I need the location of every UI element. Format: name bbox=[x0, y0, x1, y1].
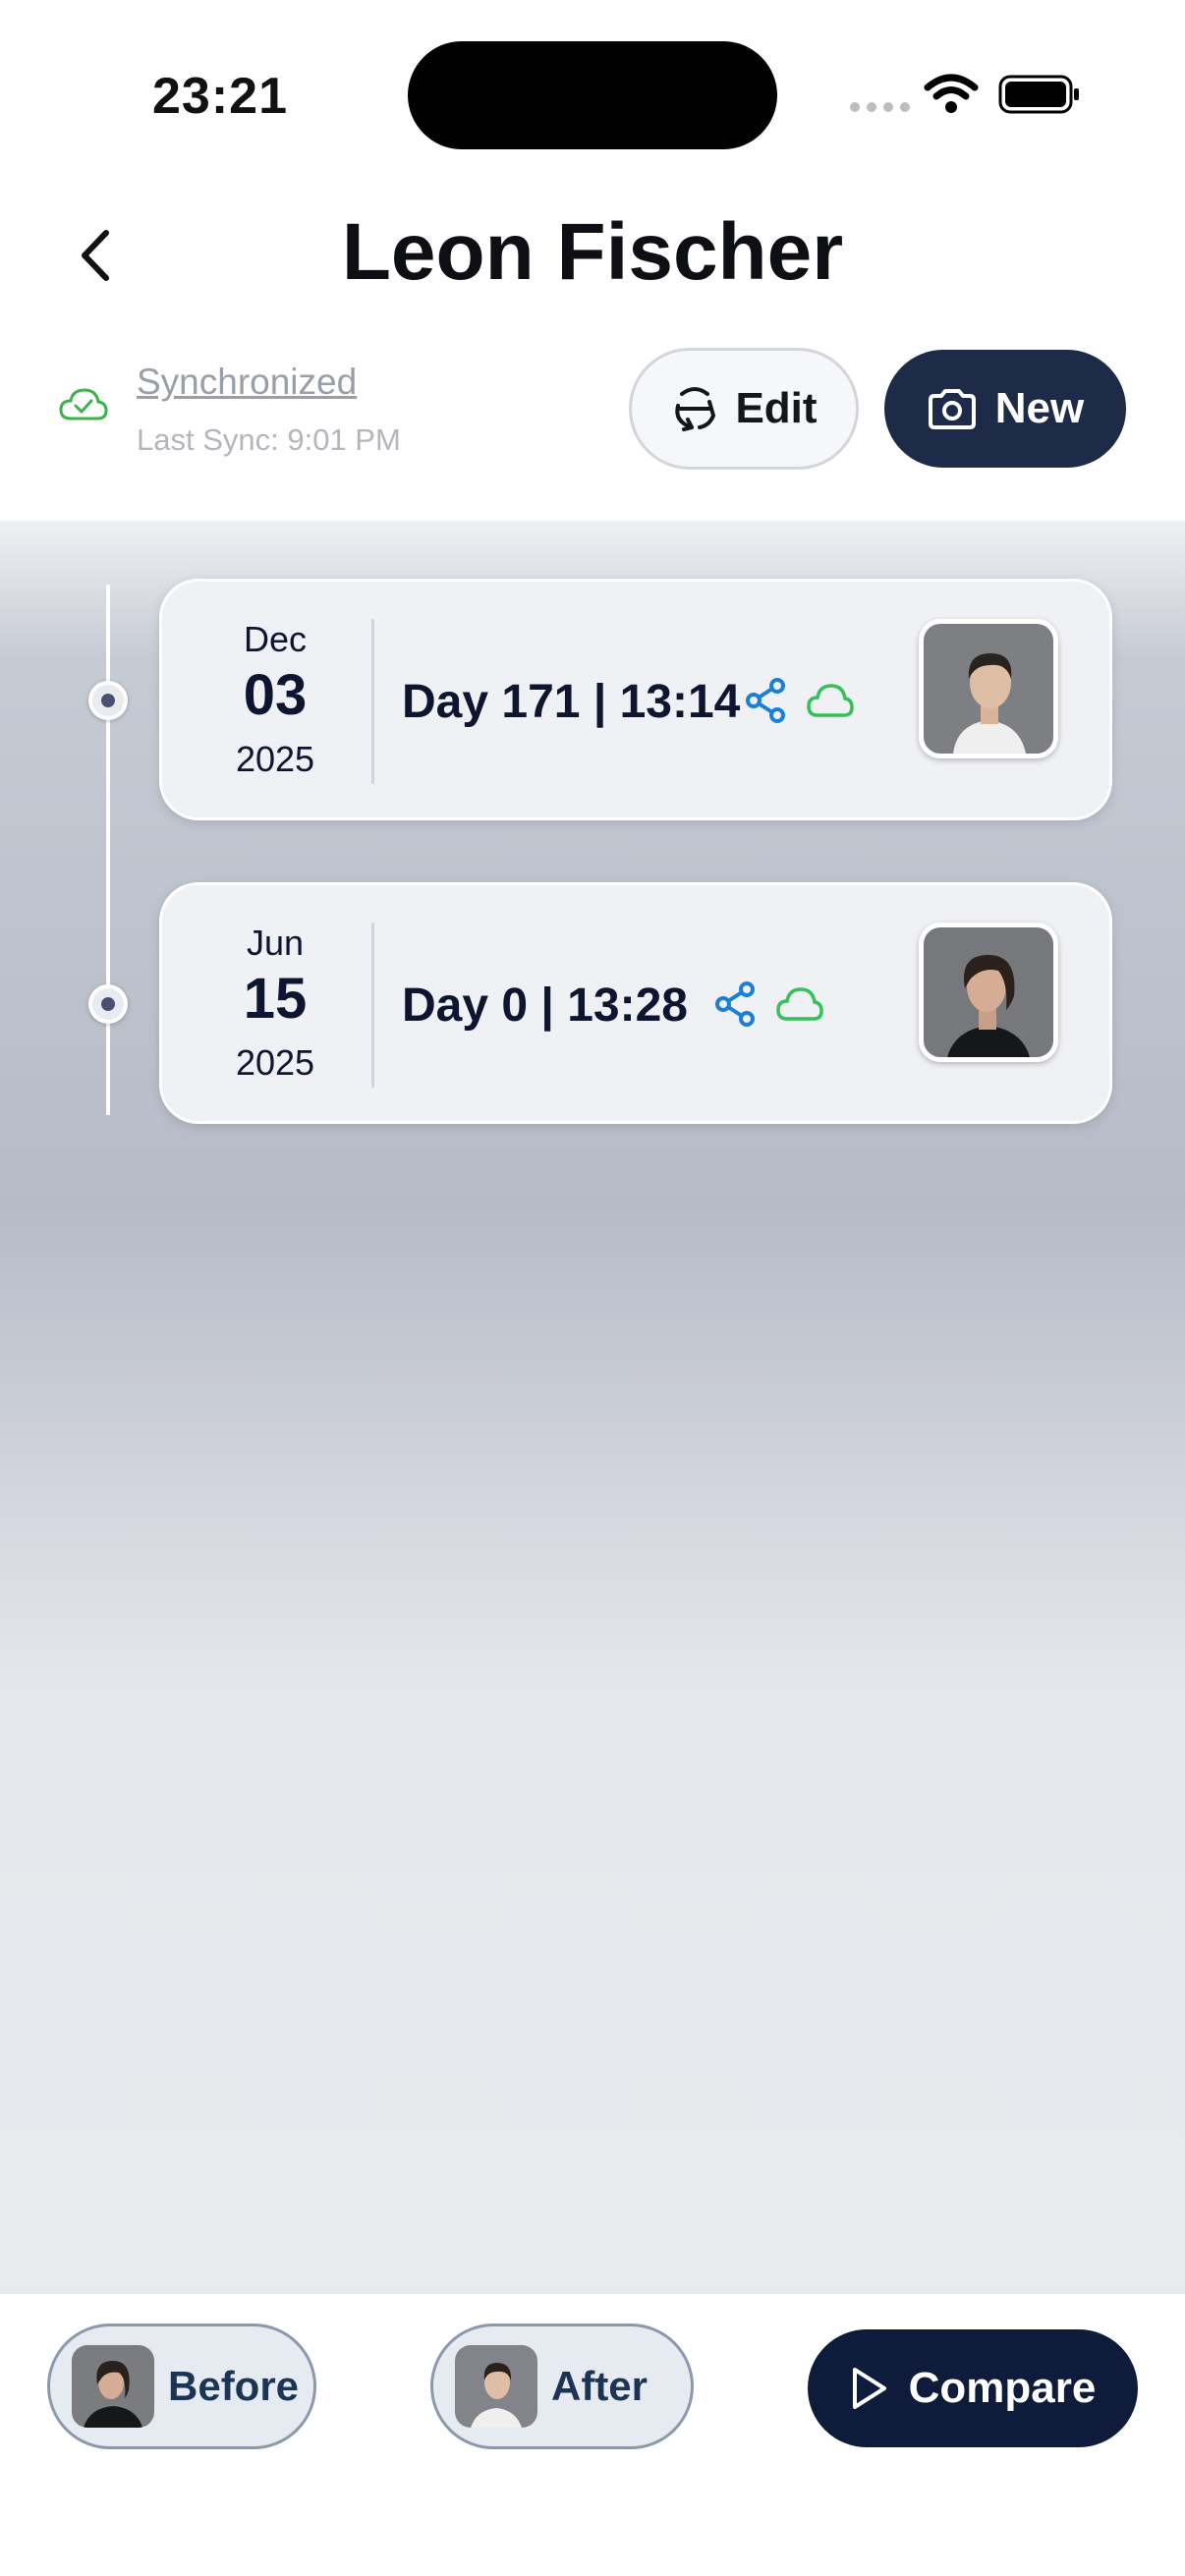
timeline-line bbox=[106, 585, 110, 1115]
share-icon[interactable] bbox=[713, 980, 759, 1028]
entry-month: Jun bbox=[246, 923, 305, 963]
timeline-dot bbox=[88, 984, 128, 1024]
entry-day: 15 bbox=[243, 967, 308, 1031]
last-sync-text: Last Sync: 9:01 PM bbox=[137, 422, 401, 457]
before-label: Before bbox=[168, 2363, 300, 2409]
status-bar: 23:21 bbox=[0, 0, 1185, 187]
entry-date: Dec 03 2025 bbox=[182, 582, 368, 817]
entry-year: 2025 bbox=[235, 739, 315, 779]
divider bbox=[371, 923, 374, 1088]
edit-label: Edit bbox=[735, 384, 818, 432]
cloud-check-icon bbox=[59, 388, 108, 420]
timeline-entry-card[interactable]: Dec 03 2025 Day 171 | 13:14 bbox=[159, 579, 1112, 820]
cloud-icon bbox=[807, 684, 854, 717]
timeline-dot bbox=[88, 681, 128, 720]
sync-status-link[interactable]: Synchronized bbox=[137, 362, 357, 403]
bottom-bar: Before After Compare bbox=[0, 2294, 1185, 2576]
cloud-icon bbox=[776, 987, 823, 1021]
play-icon bbox=[852, 2368, 886, 2409]
status-time: 23:21 bbox=[152, 68, 288, 125]
share-icon[interactable] bbox=[744, 677, 789, 724]
entry-label: Day 0 | 13:28 bbox=[402, 980, 688, 1032]
page-title: Leon Fischer bbox=[341, 207, 844, 297]
camera-icon bbox=[928, 389, 976, 429]
before-avatar bbox=[72, 2345, 154, 2428]
compare-label: Compare bbox=[908, 2364, 1097, 2412]
entry-day: 03 bbox=[243, 663, 308, 727]
rotate-icon bbox=[675, 387, 716, 431]
portrait-photo bbox=[924, 624, 1053, 754]
entry-label: Day 171 | 13:14 bbox=[402, 676, 741, 728]
portrait-photo bbox=[924, 927, 1053, 1057]
entry-photo-thumbnail[interactable] bbox=[919, 923, 1058, 1062]
after-label: After bbox=[551, 2363, 649, 2409]
after-selector-button[interactable]: After bbox=[430, 2324, 694, 2449]
compare-button[interactable]: Compare bbox=[808, 2329, 1138, 2447]
divider bbox=[371, 619, 374, 784]
cellular-signal-icon bbox=[850, 102, 910, 112]
timeline-area: Dec 03 2025 Day 171 | 13:14 Jun 15 2025 … bbox=[0, 521, 1185, 2294]
entry-year: 2025 bbox=[235, 1042, 315, 1083]
timeline-entry-card[interactable]: Jun 15 2025 Day 0 | 13:28 bbox=[159, 882, 1112, 1124]
battery-icon bbox=[998, 75, 1079, 114]
entry-date: Jun 15 2025 bbox=[182, 885, 368, 1121]
edit-button[interactable]: Edit bbox=[629, 348, 859, 470]
new-label: New bbox=[994, 384, 1085, 432]
after-avatar bbox=[455, 2345, 537, 2428]
entry-photo-thumbnail[interactable] bbox=[919, 619, 1058, 758]
entry-month: Dec bbox=[243, 619, 308, 659]
before-selector-button[interactable]: Before bbox=[47, 2324, 316, 2449]
new-photo-button[interactable]: New bbox=[884, 350, 1126, 468]
wifi-icon bbox=[924, 74, 979, 113]
dynamic-island bbox=[408, 41, 777, 149]
